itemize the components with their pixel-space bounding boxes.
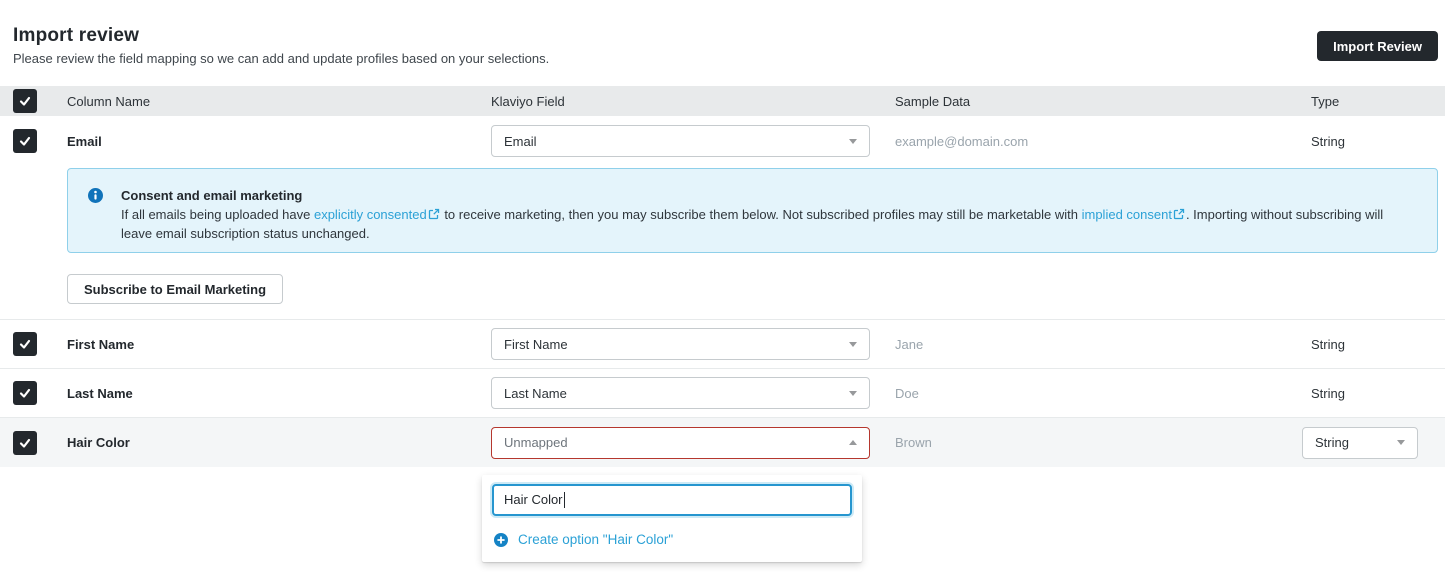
table-row-last-name: Last Name Last Name Doe String bbox=[0, 369, 1445, 418]
klaviyo-field-select-email[interactable]: Email bbox=[491, 125, 870, 157]
subscribe-email-marketing-button[interactable]: Subscribe to Email Marketing bbox=[67, 274, 283, 304]
consent-callout: Consent and email marketing If all email… bbox=[67, 168, 1438, 253]
type-value: String bbox=[1311, 337, 1445, 352]
column-name-label: Email bbox=[54, 134, 482, 149]
create-option-label: Create option "Hair Color" bbox=[518, 532, 673, 547]
external-link-icon bbox=[428, 208, 440, 220]
search-input-value: Hair Color bbox=[504, 492, 563, 507]
chevron-down-icon bbox=[849, 342, 857, 347]
header-klaviyo-field: Klaviyo Field bbox=[482, 94, 895, 109]
table-row-hair-color: Hair Color Unmapped Hair Color Create op… bbox=[0, 418, 1445, 467]
type-value: String bbox=[1311, 386, 1445, 401]
type-value: String bbox=[1311, 134, 1445, 149]
header-type: Type bbox=[1311, 94, 1445, 109]
type-select-hair-color[interactable]: String bbox=[1302, 427, 1418, 459]
row-checkbox[interactable] bbox=[13, 129, 37, 153]
implied-consent-link[interactable]: implied consent bbox=[1082, 207, 1172, 222]
checkmark-icon bbox=[18, 94, 32, 108]
select-value: String bbox=[1315, 435, 1349, 450]
sample-data-value: Doe bbox=[895, 386, 1311, 401]
consent-section: Consent and email marketing If all email… bbox=[0, 166, 1445, 320]
checkmark-icon bbox=[18, 386, 32, 400]
field-search-input[interactable]: Hair Color bbox=[492, 484, 852, 516]
klaviyo-field-select-last-name[interactable]: Last Name bbox=[491, 377, 870, 409]
column-name-label: First Name bbox=[54, 337, 482, 352]
select-all-checkbox[interactable] bbox=[13, 89, 37, 113]
klaviyo-field-dropdown-panel: Hair Color Create option "Hair Color" bbox=[482, 475, 862, 562]
sample-data-value: Brown bbox=[895, 435, 1311, 450]
create-option-item[interactable]: Create option "Hair Color" bbox=[482, 522, 862, 558]
sample-data-value: example@domain.com bbox=[895, 134, 1311, 149]
callout-body-part1: If all emails being uploaded have bbox=[121, 207, 314, 222]
callout-body: If all emails being uploaded have explic… bbox=[121, 205, 1411, 243]
header-sample-data: Sample Data bbox=[895, 94, 1311, 109]
explicitly-consented-link[interactable]: explicitly consented bbox=[314, 207, 427, 222]
header-column-name: Column Name bbox=[54, 94, 482, 109]
klaviyo-field-select-hair-color[interactable]: Unmapped bbox=[491, 427, 870, 459]
chevron-down-icon bbox=[849, 139, 857, 144]
select-value: Last Name bbox=[504, 386, 567, 401]
table-header-row: Column Name Klaviyo Field Sample Data Ty… bbox=[0, 86, 1445, 116]
external-link-icon bbox=[1173, 208, 1185, 220]
select-value: First Name bbox=[504, 337, 568, 352]
callout-title: Consent and email marketing bbox=[121, 186, 1417, 205]
klaviyo-field-select-first-name[interactable]: First Name bbox=[491, 328, 870, 360]
checkmark-icon bbox=[18, 337, 32, 351]
table-row-email: Email Email example@domain.com String bbox=[0, 116, 1445, 166]
column-name-label: Last Name bbox=[54, 386, 482, 401]
import-review-button[interactable]: Import Review bbox=[1317, 31, 1438, 61]
select-value: Email bbox=[504, 134, 537, 149]
checkmark-icon bbox=[18, 134, 32, 148]
chevron-up-icon bbox=[849, 440, 857, 445]
row-checkbox[interactable] bbox=[13, 431, 37, 455]
info-icon bbox=[88, 188, 103, 203]
row-checkbox[interactable] bbox=[13, 381, 37, 405]
checkmark-icon bbox=[18, 436, 32, 450]
row-checkbox[interactable] bbox=[13, 332, 37, 356]
text-cursor bbox=[564, 492, 565, 508]
column-name-label: Hair Color bbox=[54, 435, 482, 450]
page-header: Import review Please review the field ma… bbox=[0, 0, 1445, 86]
callout-body-part2: to receive marketing, then you may subsc… bbox=[441, 207, 1082, 222]
chevron-down-icon bbox=[849, 391, 857, 396]
page-subtitle: Please review the field mapping so we ca… bbox=[13, 51, 549, 66]
table-row-first-name: First Name First Name Jane String bbox=[0, 320, 1445, 369]
sample-data-value: Jane bbox=[895, 337, 1311, 352]
plus-circle-icon bbox=[494, 533, 508, 547]
page-title: Import review bbox=[13, 25, 139, 47]
chevron-down-icon bbox=[1397, 440, 1405, 445]
select-value: Unmapped bbox=[504, 435, 568, 450]
